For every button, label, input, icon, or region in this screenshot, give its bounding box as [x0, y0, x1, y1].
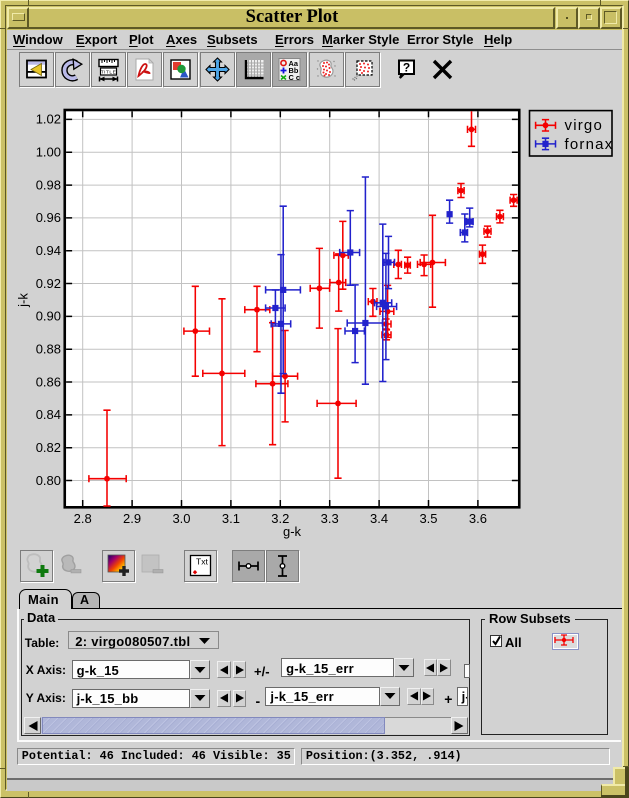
svg-text:g-k: g-k — [283, 524, 302, 539]
svg-text:3.5: 3.5 — [419, 511, 437, 526]
svg-text:3.4: 3.4 — [370, 511, 388, 526]
svg-text:3.3: 3.3 — [321, 511, 339, 526]
svg-text:Txt: Txt — [196, 556, 209, 566]
svg-text:0.84: 0.84 — [36, 407, 61, 422]
svg-text:j-k: j-k — [16, 293, 31, 308]
svg-text:3.1: 3.1 — [222, 511, 240, 526]
svg-text:virgo: virgo — [565, 117, 604, 134]
svg-text:3.0: 3.0 — [172, 511, 190, 526]
svg-text:2.8: 2.8 — [74, 511, 92, 526]
svg-text:0.88: 0.88 — [36, 342, 61, 357]
svg-text:0.92: 0.92 — [36, 276, 61, 291]
svg-text:0.96: 0.96 — [36, 210, 61, 225]
svg-text:0.82: 0.82 — [36, 440, 61, 455]
svg-text:1.02: 1.02 — [36, 112, 61, 127]
svg-text:2.9: 2.9 — [123, 511, 141, 526]
svg-text:0.80: 0.80 — [36, 473, 61, 488]
svg-text:1.00: 1.00 — [36, 145, 61, 160]
svg-text:0.98: 0.98 — [36, 177, 61, 192]
svg-text:0.94: 0.94 — [36, 243, 61, 258]
svg-text:0.90: 0.90 — [36, 309, 61, 324]
svg-text:3.6: 3.6 — [469, 511, 487, 526]
svg-text:0.86: 0.86 — [36, 374, 61, 389]
svg-text:fornax: fornax — [565, 136, 614, 153]
